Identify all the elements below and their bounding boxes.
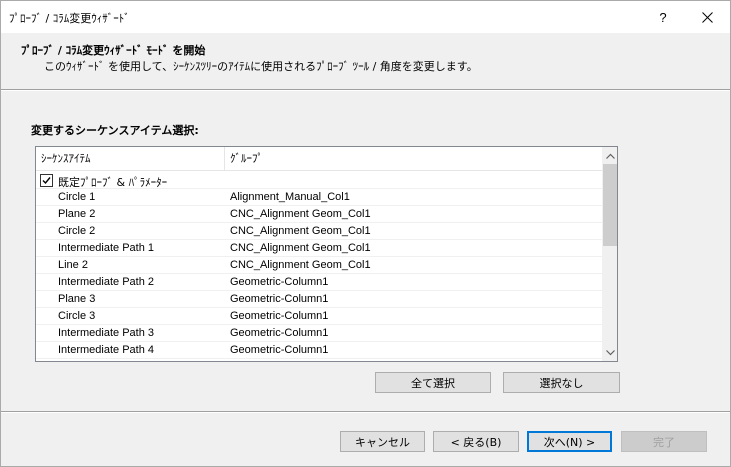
select-none-button[interactable]: 選択なし xyxy=(503,372,620,393)
row-group: Geometric-Column1 xyxy=(230,293,329,305)
group-row-label: 既定ﾌﾟﾛｰﾌﾞ & ﾊﾟﾗﾒｰﾀｰ xyxy=(58,176,168,189)
footer-divider-highlight xyxy=(1,412,730,413)
back-button[interactable]: < 戻る(B) xyxy=(433,431,519,452)
row-item: Intermediate Path 1 xyxy=(58,242,155,254)
chevron-down-icon xyxy=(605,349,615,355)
next-button[interactable]: 次へ(N) > xyxy=(527,431,612,452)
table-row[interactable]: Intermediate Path 4 Geometric-Column1 xyxy=(36,342,602,359)
column-separator[interactable] xyxy=(224,147,225,171)
row-item: Intermediate Path 4 xyxy=(58,344,155,356)
header-divider xyxy=(1,90,730,91)
row-item: Plane 3 xyxy=(58,293,96,305)
title-bar: ﾌﾟﾛｰﾌﾞ / ｺﾗﾑ変更ｳｨｻﾞｰﾄﾞ ? xyxy=(1,1,730,33)
scroll-up-button[interactable] xyxy=(602,147,617,164)
row-item: Circle 3 xyxy=(58,310,96,322)
select-all-button[interactable]: 全て選択 xyxy=(375,372,491,393)
row-group: Alignment_Manual_Col1 xyxy=(230,191,350,203)
group-row[interactable]: 既定ﾌﾟﾛｰﾌﾞ & ﾊﾟﾗﾒｰﾀｰ xyxy=(36,172,602,189)
scroll-down-button[interactable] xyxy=(602,344,617,361)
column-header-item[interactable]: ｼｰｹﾝｽｱｲﾃﾑ xyxy=(41,147,224,171)
close-icon xyxy=(702,11,713,23)
sequence-item-list[interactable]: ｼｰｹﾝｽｱｲﾃﾑ ｸﾞﾙｰﾌﾟ 既定ﾌﾟﾛｰﾌﾞ & ﾊﾟﾗﾒｰﾀｰ Circ… xyxy=(35,146,618,362)
table-row[interactable]: Plane 2 CNC_Alignment Geom_Col1 xyxy=(36,206,602,223)
help-icon: ? xyxy=(659,9,667,25)
selection-label: 変更するシーケンスアイテム選択: xyxy=(31,124,199,137)
group-checkbox[interactable] xyxy=(40,174,53,187)
table-row[interactable]: Line 2 CNC_Alignment Geom_Col1 xyxy=(36,257,602,274)
row-group: Geometric-Column1 xyxy=(230,344,329,356)
column-header-group[interactable]: ｸﾞﾙｰﾌﾟ xyxy=(230,147,590,171)
row-group: CNC_Alignment Geom_Col1 xyxy=(230,242,371,254)
help-button[interactable]: ? xyxy=(641,1,685,33)
header-subtitle: このｳｨｻﾞｰﾄﾞ を使用して、ｼｰｹﾝｽﾂﾘｰのｱｲﾃﾑに使用されるﾌﾟﾛｰﾌ… xyxy=(44,60,478,73)
row-group: Geometric-Column1 xyxy=(230,310,329,322)
table-row[interactable]: Circle 2 CNC_Alignment Geom_Col1 xyxy=(36,223,602,240)
header-title: ﾌﾟﾛｰﾌﾞ / ｺﾗﾑ変更ｳｨｻﾞｰﾄﾞ ﾓｰﾄﾞ を開始 xyxy=(21,44,206,57)
finish-button[interactable]: 完了 xyxy=(621,431,707,452)
row-group: CNC_Alignment Geom_Col1 xyxy=(230,208,371,220)
row-item: Line 2 xyxy=(58,259,88,271)
row-item: Intermediate Path 3 xyxy=(58,327,155,339)
row-item: Plane 2 xyxy=(58,208,96,220)
table-row[interactable]: Intermediate Path 1 CNC_Alignment Geom_C… xyxy=(36,240,602,257)
checkmark-icon xyxy=(42,177,51,185)
table-row[interactable]: Circle 3 Geometric-Column1 xyxy=(36,308,602,325)
close-button[interactable] xyxy=(685,1,730,33)
table-row[interactable]: Intermediate Path 3 Geometric-Column1 xyxy=(36,325,602,342)
row-item: Circle 1 xyxy=(58,191,96,203)
table-row[interactable]: Circle 1 Alignment_Manual_Col1 xyxy=(36,189,602,206)
table-row[interactable]: Plane 3 Geometric-Column1 xyxy=(36,291,602,308)
row-group: CNC_Alignment Geom_Col1 xyxy=(230,259,371,271)
row-item: Intermediate Path 2 xyxy=(58,276,155,288)
chevron-up-icon xyxy=(605,153,615,159)
row-item: Circle 2 xyxy=(58,225,96,237)
cancel-button[interactable]: キャンセル xyxy=(340,431,425,452)
scroll-thumb[interactable] xyxy=(603,164,617,246)
row-group: Geometric-Column1 xyxy=(230,276,329,288)
wizard-header: ﾌﾟﾛｰﾌﾞ / ｺﾗﾑ変更ｳｨｻﾞｰﾄﾞ ﾓｰﾄﾞ を開始 このｳｨｻﾞｰﾄﾞ… xyxy=(1,33,730,90)
wizard-dialog: ﾌﾟﾛｰﾌﾞ / ｺﾗﾑ変更ｳｨｻﾞｰﾄﾞ ? ﾌﾟﾛｰﾌﾞ / ｺﾗﾑ変更ｳｨ… xyxy=(0,0,731,467)
row-group: CNC_Alignment Geom_Col1 xyxy=(230,225,371,237)
vertical-scrollbar[interactable] xyxy=(602,147,617,361)
list-header: ｼｰｹﾝｽｱｲﾃﾑ ｸﾞﾙｰﾌﾟ xyxy=(36,147,602,171)
row-group: Geometric-Column1 xyxy=(230,327,329,339)
table-row[interactable]: Intermediate Path 2 Geometric-Column1 xyxy=(36,274,602,291)
window-title: ﾌﾟﾛｰﾌﾞ / ｺﾗﾑ変更ｳｨｻﾞｰﾄﾞ xyxy=(9,12,130,25)
